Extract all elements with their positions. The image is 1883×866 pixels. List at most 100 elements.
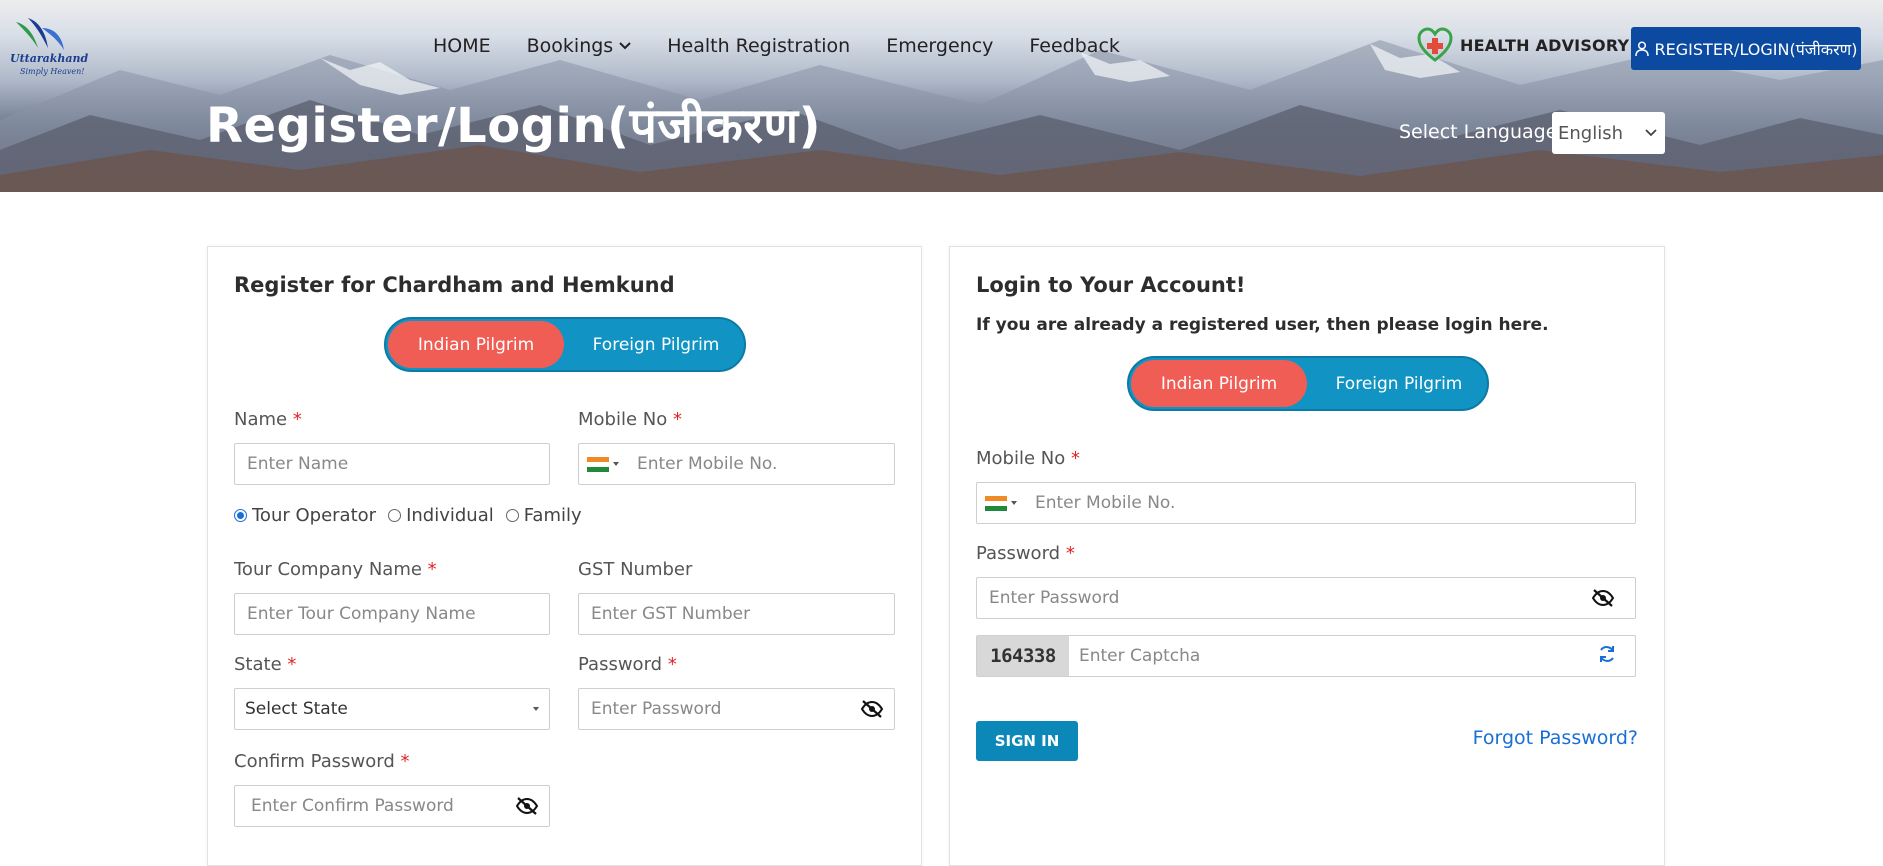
login-password-input[interactable]: Enter Password [976,577,1636,619]
register-password-input[interactable]: Enter Password [578,688,895,730]
register-password-placeholder: Enter Password [591,699,722,719]
radio-dot [388,509,402,522]
name-label-text: Name [234,409,288,430]
radio-family-label: Family [523,505,582,526]
hero-banner: Uttarakhand Simply Heaven! HOME Bookings… [0,0,1883,192]
health-advisory-link[interactable]: HEALTH ADVISORY [1416,26,1629,64]
register-mobile-label-text: Mobile No [578,409,668,430]
required-mark: * [400,751,410,772]
name-input[interactable]: Enter Name [234,443,550,485]
state-select[interactable]: Select State [234,688,550,730]
gst-label: GST Number [578,559,693,580]
company-placeholder: Enter Tour Company Name [247,604,476,624]
register-title: Register for Chardham and Hemkund [234,273,675,297]
confirm-password-input[interactable]: Enter Confirm Password [234,785,550,827]
state-label-text: State [234,654,282,675]
nav-home[interactable]: HOME [433,35,491,57]
refresh-icon[interactable] [1597,644,1617,668]
captcha-input[interactable]: 164338 Enter Captcha [976,635,1636,677]
sign-in-button[interactable]: SIGN IN [976,721,1078,761]
chevron-down-icon [619,42,631,50]
company-label: Tour Company Name * [234,559,437,580]
required-mark: * [1065,543,1075,564]
required-mark: * [287,654,297,675]
radio-family[interactable]: Family [505,505,582,526]
captcha-image: 164338 [977,636,1069,676]
logo-tagline: Simply Heaven! [20,67,85,76]
forgot-password-link[interactable]: Forgot Password? [1473,727,1638,749]
radio-dot [505,509,519,522]
country-code-select[interactable] [977,495,1025,511]
required-mark: * [1070,448,1080,469]
nav-health-registration[interactable]: Health Registration [667,35,850,57]
logo-brand-text: Uttarakhand [10,52,89,65]
register-card: Register for Chardham and Hemkund Indian… [207,246,922,866]
login-title: Login to Your Account! [976,273,1246,297]
login-password-placeholder: Enter Password [989,588,1120,608]
login-card: Login to Your Account! If you are alread… [949,246,1665,866]
state-label: State * [234,654,296,675]
nav-feedback[interactable]: Feedback [1029,35,1119,57]
captcha-placeholder: Enter Captcha [1079,646,1201,666]
login-password-label-text: Password [976,543,1061,564]
name-placeholder: Enter Name [247,454,349,474]
health-advisory-label: HEALTH ADVISORY [1460,35,1630,55]
login-subtitle: If you are already a registered user, th… [976,315,1549,335]
radio-dot-checked [234,509,247,522]
radio-individual-label: Individual [406,505,494,526]
country-code-select[interactable] [579,456,627,472]
register-indian-pilgrim-tab[interactable]: Indian Pilgrim [388,321,564,368]
nav-bookings-label: Bookings [526,35,614,57]
gst-placeholder: Enter GST Number [591,604,751,624]
register-login-button-label: REGISTER/LOGIN(पंजीकरण) [1654,39,1858,59]
company-label-text: Tour Company Name [234,559,422,580]
caret-down-icon [613,462,619,466]
caret-down-icon [1011,501,1017,505]
login-mobile-label-text: Mobile No [976,448,1066,469]
nav-emergency[interactable]: Emergency [886,35,993,57]
radio-tour-operator[interactable]: Tour Operator [234,505,376,526]
login-mobile-input[interactable]: Enter Mobile No. [976,482,1636,524]
required-mark: * [672,409,682,430]
required-mark: * [292,409,302,430]
register-login-button[interactable]: REGISTER/LOGIN(पंजीकरण) [1631,27,1861,70]
login-mobile-placeholder: Enter Mobile No. [1035,493,1176,513]
register-foreign-pilgrim-tab[interactable]: Foreign Pilgrim [568,321,744,368]
radio-individual[interactable]: Individual [388,505,494,526]
eye-slash-icon[interactable] [1591,589,1615,607]
company-input[interactable]: Enter Tour Company Name [234,593,550,635]
login-mobile-label: Mobile No * [976,448,1080,469]
register-pilgrim-toggle: Indian Pilgrim Foreign Pilgrim [384,317,746,372]
required-mark: * [427,559,437,580]
register-mobile-input[interactable]: Enter Mobile No. [578,443,895,485]
language-selected: English [1558,122,1623,144]
main-nav: HOME Bookings Health Registration Emerge… [433,35,1156,57]
register-mobile-label: Mobile No * [578,409,682,430]
eye-slash-icon[interactable] [860,700,884,718]
name-label: Name * [234,409,302,430]
language-select[interactable]: English [1552,112,1665,154]
login-pilgrim-toggle: Indian Pilgrim Foreign Pilgrim [1127,356,1489,411]
user-icon [1634,40,1649,56]
login-indian-pilgrim-tab[interactable]: Indian Pilgrim [1131,360,1307,407]
required-mark: * [667,654,677,675]
eye-slash-icon[interactable] [515,797,539,815]
gst-input[interactable]: Enter GST Number [578,593,895,635]
nav-bookings[interactable]: Bookings [527,35,632,57]
state-selected: Select State [245,699,348,719]
radio-tour-operator-label: Tour Operator [252,505,377,526]
india-flag-icon [985,495,1007,511]
chevron-down-icon [1645,129,1657,137]
india-flag-icon [587,456,609,472]
registration-type-options: Tour Operator Individual Family [234,505,594,526]
health-heart-icon [1417,27,1453,62]
confirm-password-label-text: Confirm Password [234,751,395,772]
register-password-label: Password * [578,654,677,675]
language-label: Select Language [1399,121,1558,143]
login-foreign-pilgrim-tab[interactable]: Foreign Pilgrim [1311,360,1487,407]
page-title: Register/Login(पंजीकरण) [206,98,822,154]
caret-down-icon [533,707,539,711]
register-password-label-text: Password [578,654,663,675]
login-password-label: Password * [976,543,1075,564]
uttarakhand-logo[interactable]: Uttarakhand Simply Heaven! [8,14,92,80]
